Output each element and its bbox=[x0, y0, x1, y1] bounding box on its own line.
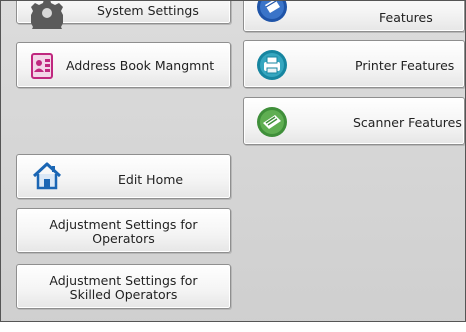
edit-home-button[interactable]: Edit Home bbox=[16, 154, 231, 199]
frame-bottom-edge bbox=[0, 321, 466, 332]
system-settings-label: System Settings bbox=[97, 3, 199, 18]
printer-icon bbox=[256, 49, 288, 81]
gear-icon bbox=[27, 1, 67, 39]
adjustment-settings-operators-button[interactable]: Adjustment Settings for Operators bbox=[16, 208, 231, 253]
adjustment-settings-operators-label: Adjustment Settings for Operators bbox=[49, 217, 198, 246]
address-book-icon bbox=[31, 53, 53, 79]
main-panel: System Settings Address Book Mangmnt Fea… bbox=[0, 0, 466, 331]
features-button[interactable]: Features bbox=[243, 1, 465, 32]
scanner-features-label: Scanner Features bbox=[353, 115, 462, 130]
printer-features-label: Printer Features bbox=[355, 58, 455, 73]
scanner-features-button[interactable]: Scanner Features bbox=[243, 97, 465, 145]
adjustment-settings-skilled-label: Adjustment Settings for Skilled Operator… bbox=[49, 273, 198, 302]
edit-home-label: Edit Home bbox=[118, 172, 184, 187]
address-book-label: Address Book Mangmnt bbox=[66, 58, 215, 73]
system-settings-button[interactable]: System Settings bbox=[16, 1, 231, 39]
address-book-button[interactable]: Address Book Mangmnt bbox=[16, 42, 231, 88]
printer-features-button[interactable]: Printer Features bbox=[243, 40, 465, 88]
scanner-icon bbox=[256, 106, 288, 138]
home-icon bbox=[31, 161, 63, 191]
adjustment-settings-skilled-button[interactable]: Adjustment Settings for Skilled Operator… bbox=[16, 264, 231, 309]
features-label: Features bbox=[379, 10, 433, 25]
features-icon bbox=[256, 1, 288, 23]
